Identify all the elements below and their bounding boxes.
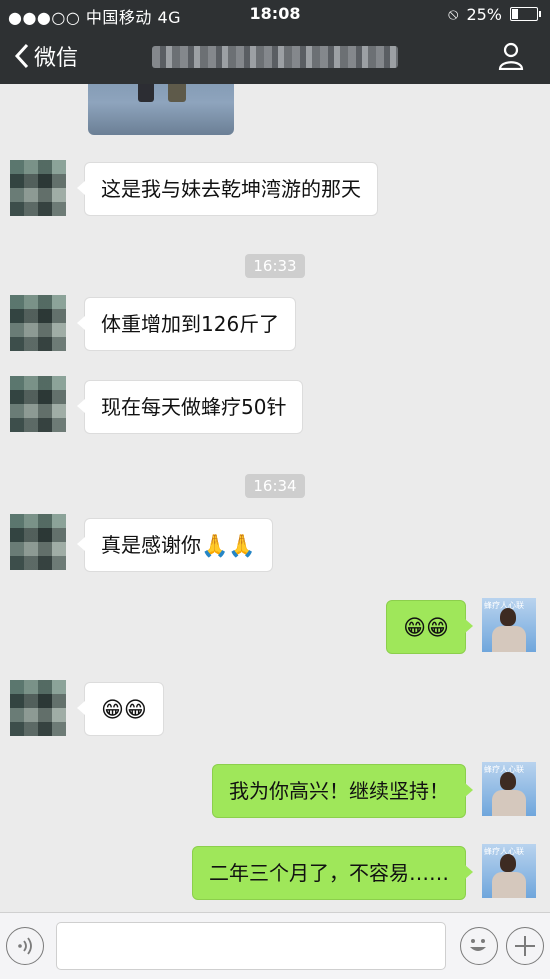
smiley-icon xyxy=(469,938,486,951)
avatar-body xyxy=(492,626,526,652)
avatar-head xyxy=(500,608,516,626)
nav-bar: 微信 xyxy=(0,28,550,84)
message-bubble-left[interactable]: 现在每天做蜂疗50针 xyxy=(76,380,304,434)
plus-button[interactable] xyxy=(506,927,544,965)
avatar-head xyxy=(500,772,516,790)
message-bubble-right[interactable]: 😁😁 xyxy=(386,600,473,654)
back-label: 微信 xyxy=(34,46,79,71)
timestamp: 16:34 xyxy=(0,474,550,498)
avatar-contact[interactable] xyxy=(10,680,66,736)
grin-emoji: 😁😁 xyxy=(101,697,147,723)
avatar-contact[interactable] xyxy=(10,295,66,351)
message-bubble-right[interactable]: 二年三个月了，不容易…… xyxy=(192,846,473,900)
chat-title-blurred xyxy=(152,46,398,68)
status-bar: ●●●○○ 中国移动 4G 18:08 ⦸ 25% xyxy=(0,0,550,28)
message-text: 真是感谢你 xyxy=(101,533,201,557)
input-toolbar xyxy=(0,912,550,979)
back-button[interactable]: 微信 xyxy=(14,40,78,72)
timestamp: 16:33 xyxy=(0,254,550,278)
grin-emoji: 😁😁 xyxy=(403,615,449,641)
avatar-contact[interactable] xyxy=(10,514,66,570)
message-bubble-right[interactable]: 我为你高兴！继续坚持！ xyxy=(212,764,473,818)
avatar-self[interactable]: 蜂疗人心联 xyxy=(482,844,536,898)
message-bubble-left[interactable]: 体重增加到126斤了 xyxy=(76,297,297,351)
battery-fill xyxy=(512,9,518,19)
avatar-contact[interactable] xyxy=(10,160,66,216)
avatar-body xyxy=(492,872,526,898)
emoji-button[interactable] xyxy=(460,927,498,965)
person-icon[interactable] xyxy=(498,42,524,70)
photo-person xyxy=(138,84,154,102)
message-bubble-left[interactable]: 😁😁 xyxy=(77,682,164,736)
battery-icon xyxy=(510,7,541,21)
lock-rotation-icon: ⦸ xyxy=(448,4,459,23)
message-bubble-left[interactable]: 这是我与妹去乾坤湾游的那天 xyxy=(77,162,378,216)
avatar-body xyxy=(492,790,526,816)
avatar-self[interactable]: 蜂疗人心联 xyxy=(482,598,536,652)
status-right: ⦸ 25% xyxy=(448,4,541,24)
chevron-left-icon xyxy=(14,43,29,69)
message-list[interactable]: 这是我与妹去乾坤湾游的那天 16:33 体重增加到126斤了 现在每天做蜂疗50… xyxy=(0,84,550,912)
image-message[interactable] xyxy=(88,84,234,135)
message-input[interactable] xyxy=(56,922,446,970)
message-bubble-left[interactable]: 真是感谢你🙏🙏 xyxy=(77,518,273,572)
avatar-head xyxy=(500,854,516,872)
battery-percent: 25% xyxy=(466,4,502,24)
avatar-self[interactable]: 蜂疗人心联 xyxy=(482,762,536,816)
pray-emoji: 🙏🙏 xyxy=(201,533,256,559)
voice-button[interactable] xyxy=(6,927,44,965)
avatar-contact[interactable] xyxy=(10,376,66,432)
photo-person xyxy=(168,84,186,102)
voice-icon xyxy=(18,937,32,955)
